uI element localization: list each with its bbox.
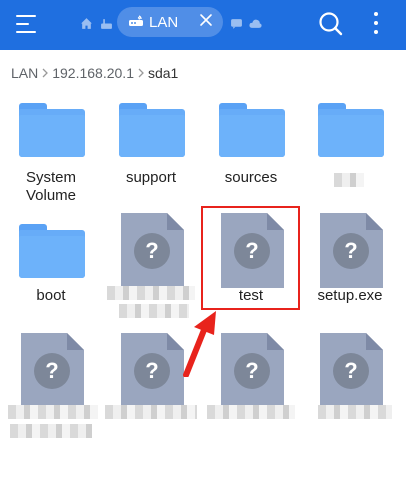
close-icon[interactable] <box>199 13 213 27</box>
folder-icon <box>19 224 85 278</box>
unknown-file-icon: ? <box>320 333 383 408</box>
unknown-file-icon: ? <box>121 213 184 288</box>
breadcrumb-root[interactable]: LAN <box>11 65 38 81</box>
unknown-file-icon: ? <box>221 333 284 408</box>
chat-icon[interactable] <box>230 17 243 30</box>
svg-text:?: ? <box>245 358 258 383</box>
breadcrumb-host[interactable]: 192.168.20.1 <box>52 65 134 81</box>
svg-text:?: ? <box>344 358 357 383</box>
svg-text:?: ? <box>145 358 158 383</box>
blurred-label <box>8 405 98 419</box>
router-icon <box>129 15 143 26</box>
unknown-file-icon: ? <box>121 333 184 408</box>
chevron-right-icon <box>138 68 144 78</box>
folder-icon <box>318 103 384 157</box>
folder-icon <box>19 103 85 157</box>
blurred-label <box>334 173 364 187</box>
item-name: support <box>125 169 177 186</box>
blurred-label <box>207 405 295 419</box>
chevron-right-icon <box>42 68 49 78</box>
more-options-icon[interactable] <box>367 11 385 37</box>
top-toolbar: LAN <box>0 0 406 50</box>
svg-text:?: ? <box>145 238 158 263</box>
unknown-file-icon: ? <box>320 213 383 288</box>
item-name: System Volume <box>25 169 77 204</box>
blurred-label <box>10 424 92 438</box>
blurred-label <box>119 304 189 318</box>
cloud-icon[interactable] <box>249 17 262 30</box>
breadcrumb: LAN 192.168.20.1 sda1 <box>11 63 178 83</box>
blurred-label <box>318 405 392 419</box>
router-icon[interactable] <box>100 17 113 30</box>
svg-text:?: ? <box>344 238 357 263</box>
tab-label: LAN <box>149 14 179 31</box>
folder-icon <box>119 103 185 157</box>
item-name: sources <box>224 169 278 186</box>
search-icon[interactable] <box>318 11 344 37</box>
breadcrumb-current: sda1 <box>147 65 179 81</box>
highlight-box <box>201 206 300 310</box>
blurred-label <box>107 286 195 300</box>
tab-lan[interactable]: LAN <box>117 7 223 37</box>
unknown-file-icon: ? <box>21 333 84 408</box>
item-name: boot <box>36 287 66 304</box>
blurred-label <box>105 405 197 419</box>
home-icon[interactable] <box>80 17 93 30</box>
item-name: setup.exe <box>317 287 383 304</box>
svg-text:?: ? <box>45 358 58 383</box>
menu-icon[interactable] <box>16 14 40 36</box>
folder-icon <box>219 103 285 157</box>
annotation-arrow-icon <box>183 311 216 377</box>
